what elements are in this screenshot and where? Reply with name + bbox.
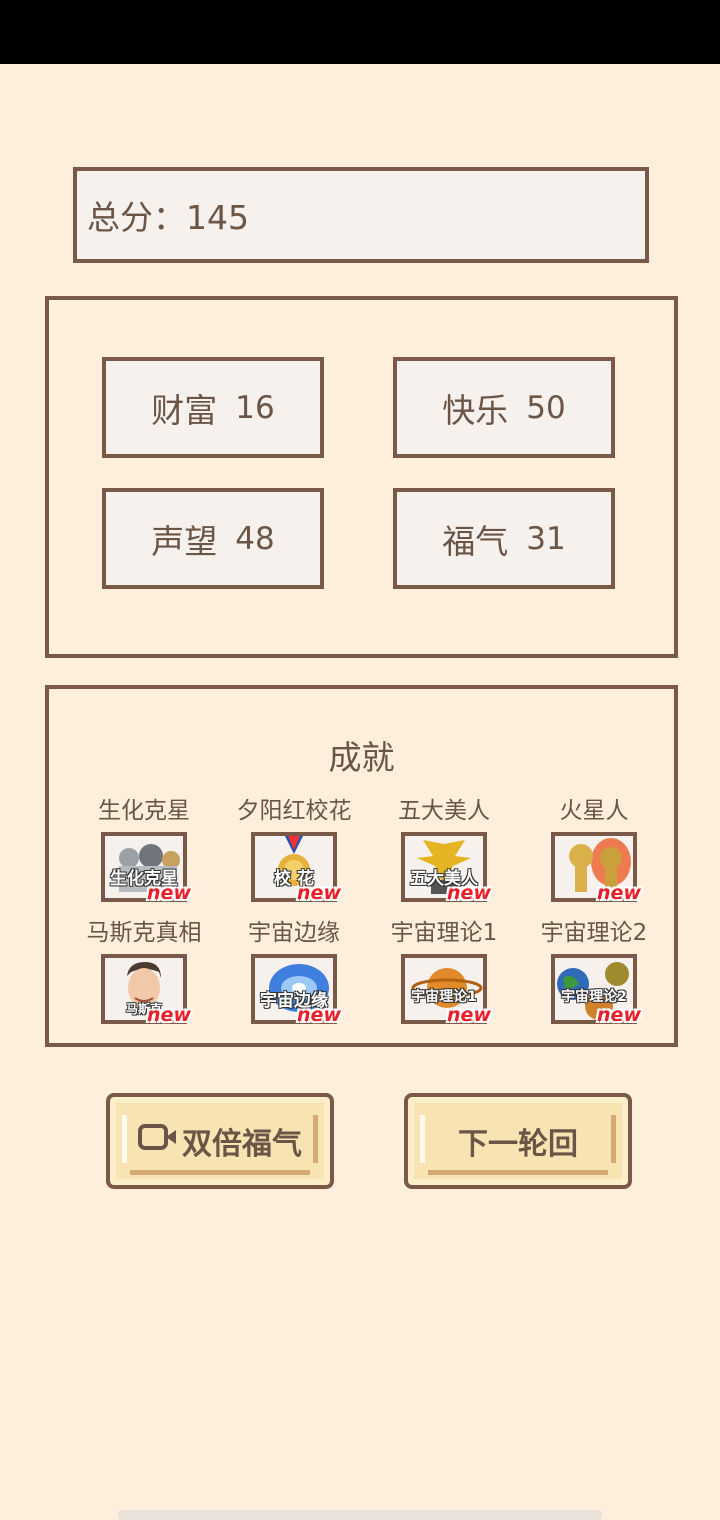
galaxy-icon: 宇宙边缘 new bbox=[251, 954, 341, 1026]
achievement-universe-theory-1[interactable]: 宇宙理论1 宇宙理论1 new bbox=[369, 918, 519, 1026]
stat-happiness: 快乐 50 bbox=[393, 357, 615, 458]
phoenix-icon: 五大美人 new bbox=[401, 832, 491, 904]
total-score-value: 145 bbox=[186, 198, 249, 237]
button-highlight bbox=[420, 1115, 425, 1163]
navigation-hint-bar[interactable] bbox=[118, 1510, 602, 1520]
achievement-musk-truth[interactable]: 马斯克真相 马斯克 new bbox=[69, 918, 219, 1026]
stat-luck-value: 31 bbox=[526, 520, 566, 557]
total-score-box: 总分：145 bbox=[73, 167, 649, 263]
stats-panel: 财富 16 快乐 50 声望 48 福气 31 bbox=[45, 296, 678, 658]
achievement-universe-edge[interactable]: 宇宙边缘 宇宙边缘 new bbox=[219, 918, 369, 1026]
achievement-martian[interactable]: 火星人 new bbox=[519, 796, 669, 904]
achievement-label: 宇宙边缘 bbox=[248, 920, 340, 946]
stat-prestige-label: 声望 bbox=[151, 521, 218, 561]
achievement-label: 夕阳红校花 bbox=[236, 798, 352, 824]
next-round-label: 下一轮回 bbox=[458, 1127, 578, 1162]
button-shade bbox=[313, 1115, 318, 1163]
stat-prestige: 声望 48 bbox=[102, 488, 324, 589]
martian-icon: new bbox=[551, 832, 641, 904]
total-score-text: 总分：145 bbox=[87, 191, 249, 239]
double-luck-button[interactable]: 双倍福气 bbox=[106, 1093, 334, 1189]
achievement-label: 宇宙理论1 bbox=[390, 920, 498, 946]
status-bar bbox=[0, 0, 720, 64]
achievement-icon-text: 宇宙理论2 bbox=[561, 989, 627, 1005]
video-camera-icon bbox=[138, 1122, 178, 1160]
total-score-label: 总分： bbox=[87, 198, 186, 237]
achievement-label: 五大美人 bbox=[398, 798, 490, 824]
portrait-icon: 马斯克 new bbox=[101, 954, 191, 1026]
stat-wealth-value: 16 bbox=[235, 389, 275, 426]
next-round-button[interactable]: 下一轮回 bbox=[404, 1093, 632, 1189]
achievement-universe-theory-2[interactable]: 宇宙理论2 宇宙理论2 new bbox=[519, 918, 669, 1026]
new-badge: new bbox=[297, 882, 341, 904]
achievement-label: 宇宙理论2 bbox=[540, 920, 648, 946]
new-badge: new bbox=[297, 1004, 341, 1026]
button-shade bbox=[611, 1115, 616, 1163]
new-badge: new bbox=[447, 882, 491, 904]
double-luck-label: 双倍福气 bbox=[182, 1127, 302, 1162]
new-badge: new bbox=[147, 1004, 191, 1026]
saturn-icon: 宇宙理论1 new bbox=[401, 954, 491, 1026]
achievements-panel: 成就 生化克星 生化克星 new 夕阳红校花 校 花 new 五大美人 五大美人… bbox=[45, 685, 678, 1047]
stat-wealth-label: 财富 bbox=[151, 390, 218, 430]
new-badge: new bbox=[147, 882, 191, 904]
achievements-title: 成就 bbox=[328, 738, 395, 777]
achievement-label: 生化克星 bbox=[98, 798, 190, 824]
achievement-five-beauties[interactable]: 五大美人 五大美人 new bbox=[369, 796, 519, 904]
stat-prestige-value: 48 bbox=[235, 520, 275, 557]
achievement-bio-nemesis[interactable]: 生化克星 生化克星 new bbox=[69, 796, 219, 904]
stat-happiness-label: 快乐 bbox=[442, 390, 509, 430]
new-badge: new bbox=[597, 882, 641, 904]
button-highlight bbox=[122, 1115, 127, 1163]
new-badge: new bbox=[597, 1004, 641, 1026]
achievement-sunset-belle[interactable]: 夕阳红校花 校 花 new bbox=[219, 796, 369, 904]
biohazard-icon: 生化克星 new bbox=[101, 832, 191, 904]
medal-icon: 校 花 new bbox=[251, 832, 341, 904]
stat-wealth: 财富 16 bbox=[102, 357, 324, 458]
new-badge: new bbox=[447, 1004, 491, 1026]
button-shade bbox=[130, 1170, 310, 1175]
achievement-label: 马斯克真相 bbox=[86, 920, 202, 946]
planets-icon: 宇宙理论2 new bbox=[551, 954, 641, 1026]
stat-luck: 福气 31 bbox=[393, 488, 615, 589]
achievement-icon-text: 宇宙理论1 bbox=[411, 989, 477, 1005]
achievement-label: 火星人 bbox=[559, 798, 629, 824]
stat-happiness-value: 50 bbox=[526, 389, 566, 426]
stat-luck-label: 福气 bbox=[442, 521, 509, 561]
button-shade bbox=[428, 1170, 608, 1175]
